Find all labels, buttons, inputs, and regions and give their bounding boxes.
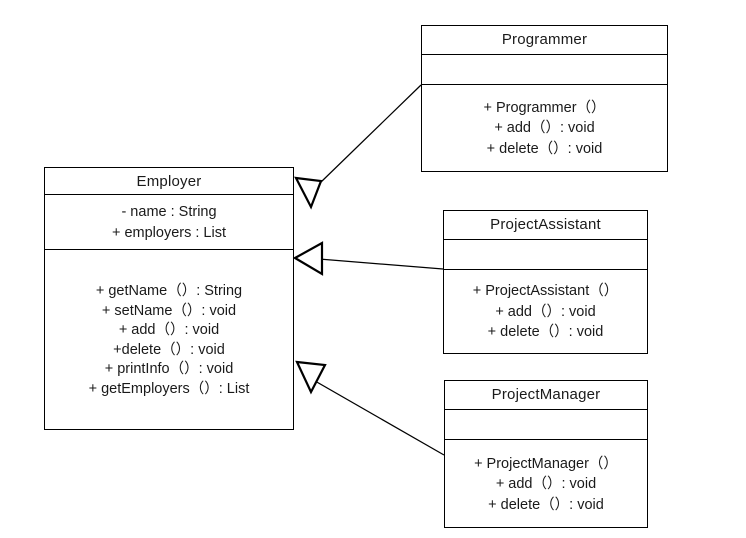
class-attributes-project-assistant (444, 238, 647, 270)
generalization-line (318, 258, 444, 270)
generalization-project-assistant-to-employer (292, 241, 444, 276)
method-row: + add（）: void (118, 322, 220, 338)
class-methods-project-assistant: + ProjectAssistant（） + add（）: void + del… (444, 269, 647, 353)
class-attributes-employer: - name : String + employers : List (45, 194, 293, 249)
attribute-row: - name : String (121, 204, 217, 220)
method-row: + setName（）: void (101, 302, 237, 319)
class-box-employer[interactable]: Employer - name : String + employers : L… (44, 167, 294, 430)
method-row: + getEmployers（）: List (88, 380, 250, 397)
class-methods-programmer: + Programmer（） + add（）: void + delete（）:… (422, 84, 667, 171)
class-box-project-manager[interactable]: ProjectManager + ProjectManager（） + add（… (444, 380, 648, 528)
class-box-project-assistant[interactable]: ProjectAssistant + ProjectAssistant（） + … (443, 210, 648, 354)
method-row: + delete（）: void (486, 140, 603, 157)
method-row: + delete（）: void (488, 496, 604, 513)
attribute-row: + employers : List (111, 224, 227, 241)
method-row: +delete（）: void (113, 341, 225, 358)
method-row: + ProjectManager（） (474, 455, 618, 472)
generalization-programmer-to-employer (294, 84, 422, 210)
class-title-employer: Employer (136, 172, 202, 190)
class-methods-employer: + getName（）: String + setName（）: void + … (45, 249, 293, 428)
class-title-project-assistant: ProjectAssistant (490, 216, 601, 234)
method-row: + printInfo（）: void (104, 361, 234, 377)
class-title-project-manager: ProjectManager (491, 386, 601, 404)
hollow-triangle-arrowhead (292, 241, 324, 276)
class-attributes-programmer (422, 53, 667, 85)
method-row: + add（）: void (495, 303, 596, 320)
uml-diagram-canvas: Employer - name : String + employers : L… (0, 0, 746, 538)
hollow-triangle-arrowhead (294, 176, 323, 210)
method-row: + delete（）: void (487, 324, 604, 341)
class-attributes-project-manager (445, 408, 647, 440)
class-methods-project-manager: + ProjectManager（） + add（）: void + delet… (445, 439, 647, 527)
class-title-programmer: Programmer (501, 31, 588, 49)
method-row: + Programmer（） (483, 99, 606, 116)
generalization-line (314, 380, 445, 456)
method-row: + ProjectAssistant（） (472, 283, 619, 300)
method-row: + add（）: void (494, 120, 595, 137)
method-row: + getName（）: String (95, 283, 243, 299)
class-box-programmer[interactable]: Programmer + Programmer（） + add（）: void … (421, 25, 668, 172)
generalization-line (319, 84, 422, 184)
generalization-project-manager-to-employer (295, 360, 445, 456)
hollow-triangle-arrowhead (295, 360, 327, 395)
method-row: + add（）: void (495, 476, 597, 493)
